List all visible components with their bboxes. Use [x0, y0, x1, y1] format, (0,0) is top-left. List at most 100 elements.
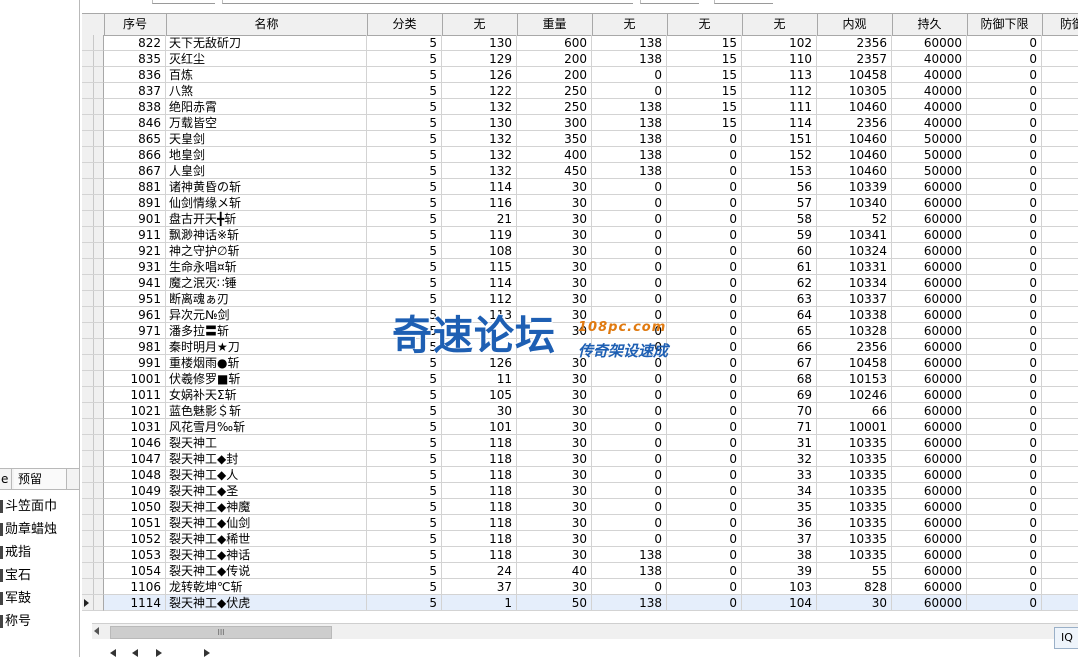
table-cell[interactable]: 10340	[817, 195, 892, 211]
table-cell[interactable]: 60000	[892, 179, 967, 195]
table-cell[interactable]: 秦时明月★刀	[166, 339, 367, 355]
table-cell[interactable]	[1042, 467, 1078, 483]
table-row[interactable]: 835 灭红尘 5 129 200 138 15 110 2357 40000 0	[82, 51, 1078, 67]
table-cell[interactable]: 5	[367, 179, 442, 195]
table-cell[interactable]: 魔之泯灭∷锤	[166, 275, 367, 291]
table-cell[interactable]: 835	[104, 51, 166, 67]
table-cell[interactable]: 132	[442, 163, 517, 179]
table-cell[interactable]: 600	[517, 35, 592, 51]
table-row[interactable]: 1048 裂天神工◆人 5 118 30 0 0 33 10335 60000 0	[82, 467, 1078, 483]
table-cell[interactable]: 2356	[817, 339, 892, 355]
table-cell[interactable]: 110	[742, 51, 817, 67]
table-cell[interactable]: 114	[742, 115, 817, 131]
table-cell[interactable]: 200	[517, 67, 592, 83]
table-cell[interactable]: 50000	[892, 147, 967, 163]
table-cell[interactable]: 0	[592, 435, 667, 451]
table-cell[interactable]: 70	[742, 403, 817, 419]
table-cell[interactable]: 5	[367, 163, 442, 179]
table-cell[interactable]: 蓝色魅影＄斩	[166, 403, 367, 419]
table-cell[interactable]: 5	[367, 323, 442, 339]
table-cell[interactable]: 10335	[817, 483, 892, 499]
table-cell[interactable]: 10324	[817, 243, 892, 259]
table-cell[interactable]: 30	[517, 387, 592, 403]
table-cell[interactable]: 10305	[817, 83, 892, 99]
table-cell[interactable]: 71	[742, 419, 817, 435]
table-cell[interactable]: 56	[742, 179, 817, 195]
table-cell[interactable]	[1042, 387, 1078, 403]
table-cell[interactable]: 30	[517, 435, 592, 451]
table-cell[interactable]: 10331	[817, 259, 892, 275]
table-cell[interactable]: 0	[592, 291, 667, 307]
table-cell[interactable]: 5	[367, 499, 442, 515]
table-row[interactable]: 867 人皇剑 5 132 450 138 0 153 10460 50000 0	[82, 163, 1078, 179]
table-cell[interactable]: 神之守护∅斩	[166, 243, 367, 259]
table-cell[interactable]	[517, 339, 592, 355]
table-cell[interactable]: 0	[667, 355, 742, 371]
table-cell[interactable]	[1042, 355, 1078, 371]
table-cell[interactable]: 112	[442, 291, 517, 307]
table-cell[interactable]: 55	[817, 563, 892, 579]
table-cell[interactable]: 生命永唱¤斩	[166, 259, 367, 275]
table-cell[interactable]: 250	[517, 99, 592, 115]
table-cell[interactable]: 女娲补天Σ斩	[166, 387, 367, 403]
row-indicator[interactable]	[82, 355, 104, 371]
table-cell[interactable]: 0	[592, 467, 667, 483]
row-indicator[interactable]	[82, 131, 104, 147]
table-cell[interactable]: 30	[517, 259, 592, 275]
table-cell[interactable]: 5	[367, 515, 442, 531]
table-cell[interactable]: 0	[592, 83, 667, 99]
table-cell[interactable]: 10001	[817, 419, 892, 435]
row-indicator[interactable]	[82, 195, 104, 211]
table-cell[interactable]: 350	[517, 131, 592, 147]
table-cell[interactable]: 0	[667, 323, 742, 339]
table-cell[interactable]: 10338	[817, 307, 892, 323]
table-cell[interactable]: 60000	[892, 403, 967, 419]
table-cell[interactable]: 0	[967, 579, 1042, 595]
table-cell[interactable]: 39	[742, 563, 817, 579]
table-row[interactable]: 921 神之守护∅斩 5 108 30 0 0 60 10324 60000 0	[82, 243, 1078, 259]
table-cell[interactable]: 天下无敌斫刀	[166, 35, 367, 51]
table-cell[interactable]: 10334	[817, 275, 892, 291]
table-row[interactable]: 1047 裂天神工◆封 5 118 30 0 0 32 10335 60000 0	[82, 451, 1078, 467]
table-cell[interactable]: 0	[967, 499, 1042, 515]
table-cell[interactable]: 50000	[892, 131, 967, 147]
table-cell[interactable]: 1046	[104, 435, 166, 451]
table-cell[interactable]: 30	[517, 211, 592, 227]
table-row[interactable]: 961 异次元№剑 5 113 30 0 0 64 10338 60000 0	[82, 307, 1078, 323]
table-cell[interactable]: 991	[104, 355, 166, 371]
table-cell[interactable]: 灭红尘	[166, 51, 367, 67]
table-cell[interactable]: 37	[742, 531, 817, 547]
table-cell[interactable]: 58	[742, 211, 817, 227]
table-cell[interactable]: 40000	[892, 83, 967, 99]
table-cell[interactable]: 60000	[892, 595, 967, 611]
table-cell[interactable]: 138	[592, 147, 667, 163]
table-cell[interactable]: 0	[967, 83, 1042, 99]
table-cell[interactable]: 裂天神工◆人	[166, 467, 367, 483]
table-cell[interactable]: 裂天神工◆稀世	[166, 531, 367, 547]
table-cell[interactable]: 32	[742, 451, 817, 467]
table-cell[interactable]: 2356	[817, 115, 892, 131]
table-cell[interactable]: 115	[442, 259, 517, 275]
table-cell[interactable]: 69	[742, 387, 817, 403]
table-cell[interactable]: 129	[442, 51, 517, 67]
row-indicator[interactable]	[82, 291, 104, 307]
table-cell[interactable]: 24	[442, 563, 517, 579]
table-cell[interactable]: 0	[967, 435, 1042, 451]
table-cell[interactable]: 0	[592, 275, 667, 291]
table-cell[interactable]: 0	[667, 419, 742, 435]
table-cell[interactable]: 人皇剑	[166, 163, 367, 179]
table-cell[interactable]: 30	[517, 419, 592, 435]
table-cell[interactable]: 67	[742, 355, 817, 371]
table-cell[interactable]: 113	[742, 67, 817, 83]
table-cell[interactable]: 921	[104, 243, 166, 259]
table-cell[interactable]: 八煞	[166, 83, 367, 99]
table-cell[interactable]: 138	[592, 563, 667, 579]
table-cell[interactable]: 0	[592, 227, 667, 243]
table-cell[interactable]: 60000	[892, 435, 967, 451]
table-cell[interactable]: 126	[442, 355, 517, 371]
table-cell[interactable]: 30	[517, 547, 592, 563]
table-cell[interactable]: 0	[592, 499, 667, 515]
table-row[interactable]: 1049 裂天神工◆圣 5 118 30 0 0 34 10335 60000 0	[82, 483, 1078, 499]
table-cell[interactable]: 0	[667, 531, 742, 547]
table-cell[interactable]: 5	[367, 483, 442, 499]
